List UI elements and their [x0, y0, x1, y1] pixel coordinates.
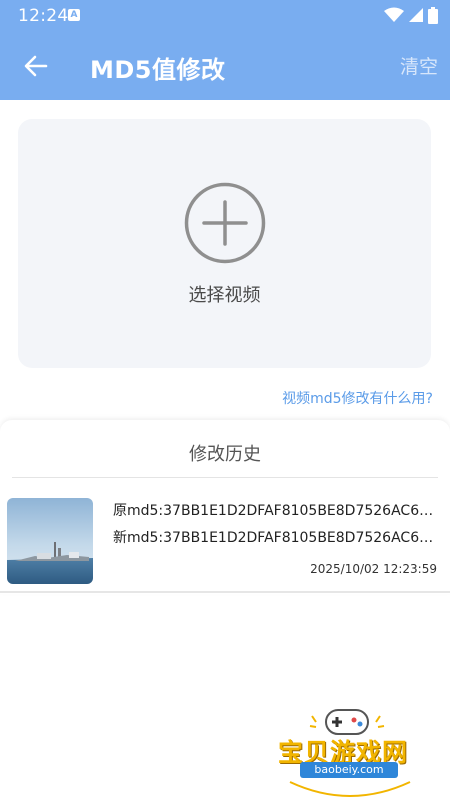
divider: [12, 477, 438, 478]
status-icons: [380, 7, 438, 25]
clear-button[interactable]: 清空: [400, 52, 438, 79]
history-timestamp: 2025/10/02 12:23:59: [310, 562, 437, 576]
history-item[interactable]: 原md5:37BB1E1D2DFAF8105BE8D7526AC620... 新…: [0, 490, 450, 590]
notification-icon: A: [68, 9, 80, 21]
status-time: 12:24: [18, 6, 69, 26]
cellular-icon: [409, 8, 423, 22]
history-panel: 修改历史 原md5:37BB1E1D2DFAF8105BE8D7526AC620…: [0, 420, 450, 594]
status-bar: 12:24 A: [0, 0, 450, 32]
new-md5: 新md5:37BB1E1D2DFAF8105BE8D7526AC620...: [113, 530, 438, 546]
history-title: 修改历史: [189, 444, 261, 465]
select-video-card[interactable]: 选择视频: [18, 119, 431, 368]
original-md5: 原md5:37BB1E1D2DFAF8105BE8D7526AC620...: [113, 503, 438, 519]
watermark-logo: 宝贝游戏网 baobeiy.com: [270, 700, 430, 800]
page-title: MD5值修改: [90, 56, 226, 84]
wifi-icon: [384, 7, 404, 22]
app-bar: MD5值修改 清空: [0, 32, 450, 100]
md5-help-link[interactable]: 视频md5修改有什么用?: [282, 388, 433, 408]
header: 12:24 A MD5值修改 清空: [0, 0, 450, 100]
back-button[interactable]: [16, 46, 56, 86]
arrow-left-icon: [24, 55, 48, 77]
video-thumbnail: [7, 498, 93, 584]
select-video-label: 选择视频: [188, 285, 261, 306]
thumbnail-image: [7, 498, 93, 584]
battery-icon: [428, 7, 438, 24]
add-circle-icon: [184, 182, 266, 264]
list-divider: [0, 591, 450, 593]
watermark-url: baobeiy.com: [300, 762, 398, 778]
